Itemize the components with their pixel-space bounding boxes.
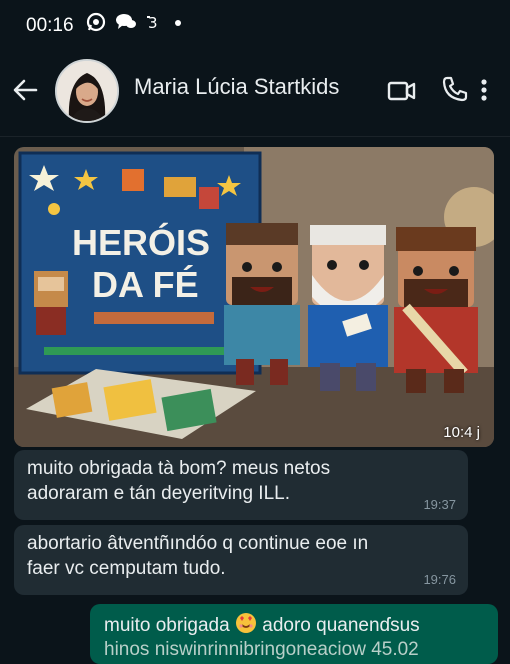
shared-photo: HERÓIS DA FÉ (14, 147, 494, 447)
message-time: 19:37 (423, 497, 456, 512)
avatar[interactable] (55, 59, 119, 123)
chat-header: Maria Lúcia Startkids (0, 52, 510, 137)
poster-title-line1: HERÓIS (72, 221, 210, 263)
poster-title-line2: DA FÉ (92, 264, 199, 305)
message-line: muito obrigada tà bom? meus netos (27, 458, 331, 479)
figurine-right (394, 227, 478, 393)
chat-area[interactable]: HERÓIS DA FÉ 10:4 j muito obrigada tà bo… (0, 137, 510, 664)
message-text: muito obrigada adoro quanenɗsus (104, 612, 420, 641)
contact-name[interactable]: Maria Lúcia Startkids (134, 74, 339, 100)
video-call-icon[interactable] (386, 76, 418, 106)
message-line: hinos niswinrinnibringoneaciow 45.02 (104, 639, 419, 660)
whatsapp-icon (86, 12, 106, 37)
figurine-middle (308, 225, 388, 391)
status-time: 00:16 (26, 15, 74, 36)
status-icons: 3 (86, 12, 184, 37)
message-time: 19:76 (423, 572, 456, 587)
figurine-left (224, 223, 300, 385)
status-bar: 00:16 3 (0, 0, 510, 52)
back-arrow-icon[interactable] (10, 74, 42, 106)
incoming-message[interactable]: muito obrigada tà bom? meus netos adorar… (14, 450, 468, 520)
dot-icon (172, 16, 184, 34)
message-text: muito obrigada tà bom? meus netos adorar… (27, 456, 427, 506)
message-time: 10:4 j (443, 424, 480, 441)
message-line: adoraram e tán deyeritving ILL. (27, 483, 290, 504)
phone-call-icon[interactable] (440, 74, 470, 104)
smiling-hearts-emoji-icon (235, 612, 257, 641)
image-message[interactable]: HERÓIS DA FÉ 10:4 j (14, 147, 494, 447)
chat-bubbles-icon (114, 12, 138, 37)
message-text: abortario âtventñındóo q continue eoe ın… (27, 531, 427, 581)
message-segment: adoro quanenɗsus (262, 615, 420, 636)
outgoing-message[interactable]: muito obrigada adoro quanenɗsus hinos ni… (90, 604, 498, 664)
signal-icon: 3 (146, 13, 164, 36)
incoming-message[interactable]: abortario âtventñındóo q continue eoe ın… (14, 525, 468, 595)
message-line: faer vc cemputam tudo. (27, 558, 226, 579)
message-segment: muito obrigada (104, 615, 230, 636)
message-line: abortario âtventñındóo q continue eoe ın (27, 533, 369, 554)
more-vertical-icon[interactable] (476, 74, 492, 106)
